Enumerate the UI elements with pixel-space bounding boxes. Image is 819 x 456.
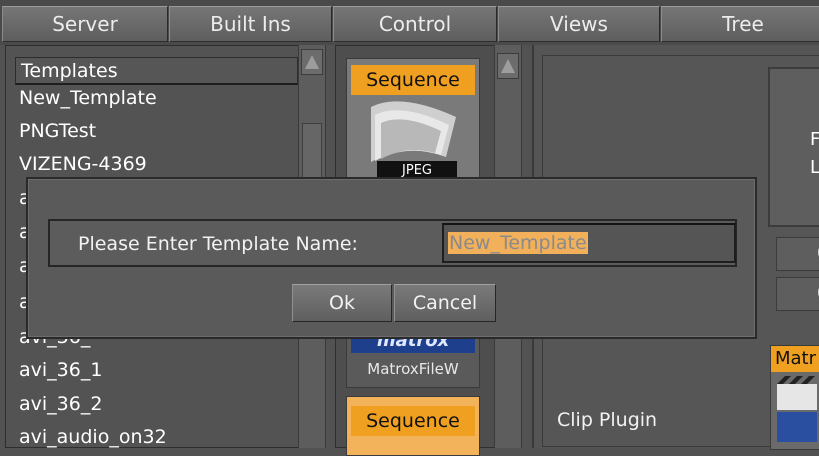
sequence-plugin-card[interactable]: Sequence JPEG: [346, 58, 480, 178]
list-item[interactable]: PNGTest: [19, 120, 96, 142]
template-name-input[interactable]: New_Template: [442, 223, 736, 263]
list-item[interactable]: avi_36_1: [19, 359, 102, 381]
scroll-up-arrow-icon[interactable]: [497, 53, 519, 79]
sequence-label: Sequence: [351, 65, 475, 95]
list-item[interactable]: avi_36_2: [19, 393, 102, 415]
template-name-row: Please Enter Template Name: New_Template: [48, 219, 737, 267]
template-name-prompt: Please Enter Template Name:: [78, 233, 358, 255]
list-item[interactable]: New_Template: [19, 87, 157, 109]
list-item[interactable]: VIZENG-4369: [19, 153, 147, 175]
clip-plugin-label: Clip Plugin: [557, 409, 658, 431]
matrox-plugin-card-right[interactable]: Matr: [770, 345, 819, 450]
matrox-label: Matr: [771, 346, 819, 372]
sequence-thumbnail-icon: JPEG: [371, 101, 457, 177]
ok-button[interactable]: Ok: [292, 284, 392, 322]
tab-views[interactable]: Views: [498, 6, 660, 42]
sequence-label: Sequence: [351, 406, 475, 436]
templates-scroll-thumb[interactable]: [302, 123, 322, 183]
template-name-dialog: Please Enter Template Name: New_Template…: [26, 177, 757, 339]
scroll-up-arrow-icon[interactable]: [301, 49, 323, 75]
template-name-value[interactable]: New_Template: [448, 232, 588, 254]
tab-bar: Server Built Ins Control Views Tree: [0, 0, 819, 45]
tab-built-ins[interactable]: Built Ins: [169, 6, 332, 42]
property-box-line1: F: [810, 129, 819, 150]
matrox-caption: MatroxFileW: [367, 360, 459, 378]
property-box: F L: [768, 67, 819, 227]
tab-control[interactable]: Control: [333, 6, 497, 42]
property-box-line2: L: [810, 157, 819, 178]
value-field-2[interactable]: 0: [776, 277, 819, 311]
cancel-button[interactable]: Cancel: [394, 284, 496, 322]
sequence-plugin-card-2[interactable]: Sequence: [346, 396, 480, 456]
templates-header: Templates: [15, 57, 298, 85]
list-item[interactable]: avi_audio_on32: [19, 426, 167, 448]
tab-tree[interactable]: Tree: [661, 6, 819, 42]
tab-server[interactable]: Server: [2, 6, 168, 42]
value-field-1[interactable]: 0: [776, 237, 819, 271]
clapperboard-icon: [777, 376, 817, 442]
jpeg-badge: JPEG: [401, 163, 432, 177]
